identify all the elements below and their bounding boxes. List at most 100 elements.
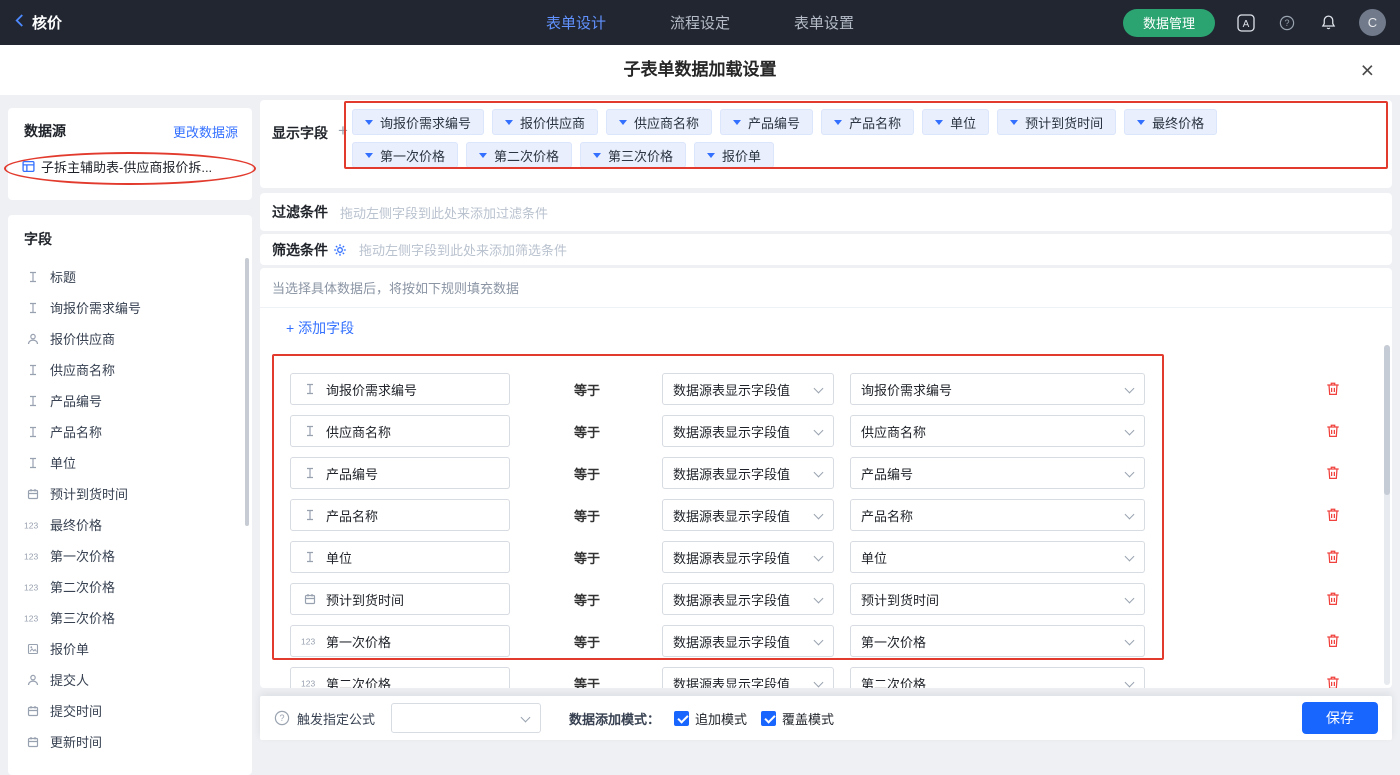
avatar[interactable]: C <box>1359 9 1386 36</box>
rule-source-select[interactable]: 数据源表显示字段值 <box>662 499 834 531</box>
display-field-tag[interactable]: 产品编号 <box>720 109 813 135</box>
delete-rule-button[interactable] <box>1324 380 1342 398</box>
rule-row: 产品名称 等于 数据源表显示字段值 产品名称 <box>260 494 1392 536</box>
rule-source-select[interactable]: 数据源表显示字段值 <box>662 373 834 405</box>
gear-icon[interactable] <box>333 243 347 257</box>
delete-rule-button[interactable] <box>1324 674 1342 688</box>
field-list-item[interactable]: 报价单 <box>8 633 252 664</box>
rule-source-select[interactable]: 数据源表显示字段值 <box>662 625 834 657</box>
field-list-item[interactable]: 标题 <box>8 261 252 292</box>
screening-drop-zone[interactable]: 拖动左侧字段到此处来添加筛选条件 <box>359 240 567 259</box>
rule-value-select[interactable]: 第二次价格 <box>850 667 1145 688</box>
display-field-tag[interactable]: 产品名称 <box>821 109 914 135</box>
filter-drop-zone[interactable]: 拖动左侧字段到此处来添加过滤条件 <box>340 203 548 222</box>
svg-text:123: 123 <box>24 613 38 623</box>
rule-field-box[interactable]: 预计到货时间 <box>290 583 510 615</box>
change-datasource-link[interactable]: 更改数据源 <box>173 122 238 141</box>
display-field-tag[interactable]: 供应商名称 <box>606 109 712 135</box>
date-icon <box>301 593 318 605</box>
chevron-down-icon <box>707 153 715 158</box>
chevron-down-icon <box>593 153 601 158</box>
delete-rule-button[interactable] <box>1324 506 1342 524</box>
add-field-link[interactable]: + 添加字段 <box>286 318 354 338</box>
field-list-item[interactable]: 提交时间 <box>8 695 252 726</box>
rule-field-box[interactable]: 产品编号 <box>290 457 510 489</box>
rule-row: 单位 等于 数据源表显示字段值 单位 <box>260 536 1392 578</box>
rule-field-box[interactable]: 产品名称 <box>290 499 510 531</box>
delete-rule-button[interactable] <box>1324 632 1342 650</box>
field-list-item[interactable]: 单位 <box>8 447 252 478</box>
data-manage-button[interactable]: 数据管理 <box>1123 9 1215 37</box>
delete-rule-button[interactable] <box>1324 464 1342 482</box>
help-icon[interactable]: ? <box>1277 13 1297 33</box>
rule-value-select[interactable]: 预计到货时间 <box>850 583 1145 615</box>
language-icon[interactable]: A <box>1236 13 1256 33</box>
display-field-tag[interactable]: 第三次价格 <box>580 142 686 168</box>
rules-scrollbar-thumb[interactable] <box>1384 345 1390 495</box>
rule-field-box[interactable]: 供应商名称 <box>290 415 510 447</box>
tag-label: 供应商名称 <box>634 113 699 132</box>
save-button[interactable]: 保存 <box>1302 702 1378 734</box>
rule-value-select[interactable]: 产品编号 <box>850 457 1145 489</box>
field-list-item[interactable]: 123 第一次价格 <box>8 540 252 571</box>
topbar-tab[interactable]: 表单设计 <box>546 12 606 33</box>
number-icon: 123 <box>301 635 318 647</box>
field-list-item[interactable]: 123 最终价格 <box>8 509 252 540</box>
add-display-field-button[interactable]: + <box>338 121 348 141</box>
display-field-tag[interactable]: 第二次价格 <box>466 142 572 168</box>
formula-select[interactable] <box>391 703 541 733</box>
display-field-tag[interactable]: 最终价格 <box>1124 109 1217 135</box>
delete-rule-button[interactable] <box>1324 422 1342 440</box>
help-icon[interactable]: ? <box>274 710 290 726</box>
display-field-tag[interactable]: 预计到货时间 <box>997 109 1116 135</box>
field-list-item[interactable]: 产品名称 <box>8 416 252 447</box>
field-list-item[interactable]: 供应商名称 <box>8 354 252 385</box>
rule-value-select[interactable]: 单位 <box>850 541 1145 573</box>
rule-field-box[interactable]: 询报价需求编号 <box>290 373 510 405</box>
delete-rule-button[interactable] <box>1324 548 1342 566</box>
field-list-item[interactable]: 预计到货时间 <box>8 478 252 509</box>
field-list-item[interactable]: 123 第三次价格 <box>8 602 252 633</box>
display-field-tag[interactable]: 单位 <box>922 109 989 135</box>
close-icon[interactable]: × <box>1361 57 1374 83</box>
text-icon <box>24 426 41 438</box>
sidebar-scrollbar[interactable] <box>245 258 249 526</box>
rule-source-select[interactable]: 数据源表显示字段值 <box>662 415 834 447</box>
rule-source-select[interactable]: 数据源表显示字段值 <box>662 583 834 615</box>
field-list-item[interactable]: 报价供应商 <box>8 323 252 354</box>
filter-condition-label: 过滤条件 <box>272 202 328 222</box>
display-field-tag[interactable]: 报价供应商 <box>492 109 598 135</box>
field-list-item[interactable]: 产品编号 <box>8 385 252 416</box>
text-icon <box>301 509 318 521</box>
field-list-item[interactable]: 更新时间 <box>8 726 252 757</box>
override-mode-option[interactable]: 覆盖模式 <box>761 709 834 728</box>
topbar-tab[interactable]: 表单设置 <box>794 12 854 33</box>
rule-field-box[interactable]: 123 第一次价格 <box>290 625 510 657</box>
field-list-item[interactable]: 提交人 <box>8 664 252 695</box>
field-list-item[interactable]: 123 第二次价格 <box>8 571 252 602</box>
rule-value-select[interactable]: 第一次价格 <box>850 625 1145 657</box>
display-field-tag[interactable]: 第一次价格 <box>352 142 458 168</box>
bell-icon[interactable] <box>1318 13 1338 33</box>
rule-source-select[interactable]: 数据源表显示字段值 <box>662 667 834 688</box>
rule-operator: 等于 <box>574 422 602 441</box>
field-list-item[interactable]: 询报价需求编号 <box>8 292 252 323</box>
rule-source-value: 数据源表显示字段值 <box>673 632 790 651</box>
delete-rule-button[interactable] <box>1324 590 1342 608</box>
display-field-tag[interactable]: 询报价需求编号 <box>352 109 484 135</box>
rule-value-select[interactable]: 询报价需求编号 <box>850 373 1145 405</box>
rule-field-box[interactable]: 123 第二次价格 <box>290 667 510 688</box>
page-title: 子表单数据加载设置 <box>0 45 1400 95</box>
display-field-tag[interactable]: 报价单 <box>694 142 774 168</box>
rule-value-select[interactable]: 供应商名称 <box>850 415 1145 447</box>
datasource-item[interactable]: 子拆主辅助表-供应商报价拆... <box>22 157 252 176</box>
rule-source-select[interactable]: 数据源表显示字段值 <box>662 541 834 573</box>
back-button[interactable]: 核价 <box>14 12 62 33</box>
rule-value-select[interactable]: 产品名称 <box>850 499 1145 531</box>
append-mode-option[interactable]: 追加模式 <box>674 709 747 728</box>
rule-source-select[interactable]: 数据源表显示字段值 <box>662 457 834 489</box>
topbar-tab[interactable]: 流程设定 <box>670 12 730 33</box>
override-mode-checkbox[interactable] <box>761 711 776 726</box>
rule-field-box[interactable]: 单位 <box>290 541 510 573</box>
append-mode-checkbox[interactable] <box>674 711 689 726</box>
